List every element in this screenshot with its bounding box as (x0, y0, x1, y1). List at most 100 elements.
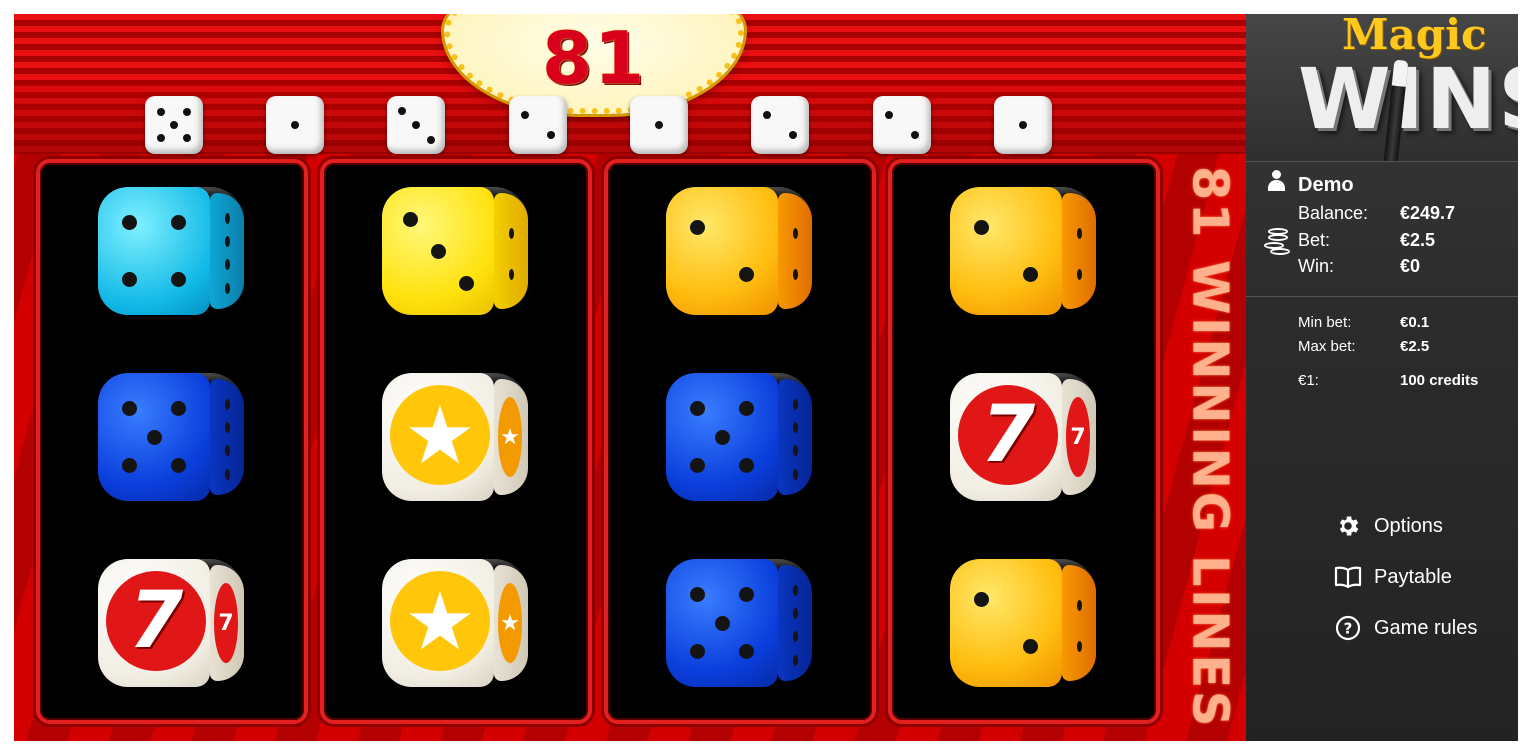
min-bet-label: Min bet: (1298, 314, 1352, 331)
options-button[interactable]: Options (1334, 512, 1443, 540)
die-pip (121, 457, 137, 473)
die-pip (739, 457, 755, 473)
winning-lines-banner: 81 WINNING LINES (1182, 154, 1239, 741)
die-pip (763, 110, 772, 119)
die-side-pip (792, 422, 798, 434)
reel-die (98, 373, 244, 501)
die-pip (546, 131, 555, 140)
die-pip (521, 110, 530, 119)
max-bet-value: €2.5 (1400, 338, 1430, 355)
die-side-pip (1076, 228, 1082, 240)
die-pip (655, 121, 663, 129)
die-pip (1019, 121, 1027, 129)
reel-die-seven: 77 (98, 559, 244, 687)
die-side-pip (792, 399, 798, 411)
die-pip (397, 106, 406, 115)
star-icon: ★ (404, 388, 476, 482)
die-pip (146, 429, 162, 445)
reel-die-star: ★ ★ (382, 373, 528, 501)
reel-die (382, 187, 528, 315)
die-pip (171, 401, 187, 417)
reel: 77 (36, 159, 308, 724)
die-pip (689, 457, 705, 473)
seven-glyph: 7 (980, 390, 1036, 480)
seven-glyph: 7 (218, 610, 234, 636)
die-side-pip (792, 585, 798, 597)
star-symbol: ★ (390, 571, 490, 671)
die-pip (788, 131, 797, 140)
win-value: €0 (1400, 256, 1421, 276)
bet-value: €2.5 (1400, 230, 1436, 250)
reel-die (666, 187, 812, 315)
coins-icon (1264, 228, 1290, 258)
die-pip (171, 271, 187, 287)
die-pip (121, 401, 137, 417)
die-side-symbol: ★ (498, 397, 522, 477)
die-pip (689, 401, 705, 417)
die-pip (458, 275, 474, 291)
panel-divider (1246, 296, 1518, 297)
star-icon: ★ (404, 574, 476, 668)
die-side-pip (224, 445, 230, 457)
paytable-label: Paytable (1374, 565, 1452, 588)
sign-number: 81 (541, 16, 647, 100)
reel-die-star: ★ ★ (382, 559, 528, 687)
die-pip (402, 211, 418, 227)
die-side-pip (224, 282, 230, 294)
die-pip (157, 108, 166, 117)
die-pip (689, 643, 705, 659)
game-rules-button[interactable]: ? Game rules (1334, 614, 1477, 642)
paytable-button[interactable]: Paytable (1334, 563, 1452, 591)
die-side-pip (224, 259, 230, 271)
die-side-pip (792, 608, 798, 620)
die-pip (121, 215, 137, 231)
die-pip (412, 121, 420, 129)
die-pip (171, 215, 187, 231)
die-side-pip (224, 399, 230, 411)
die-pip (171, 457, 187, 473)
magic-wins-logo: Magic WINS (1246, 14, 1518, 162)
reel-die-seven: 77 (950, 373, 1096, 501)
seven-glyph: 7 (1070, 424, 1086, 450)
die-pip (182, 108, 191, 117)
seven-symbol: 7 (106, 571, 206, 671)
die-side-pip (508, 228, 514, 240)
player-name: Demo (1298, 174, 1354, 196)
options-label: Options (1374, 514, 1443, 537)
gear-icon (1334, 512, 1362, 540)
die-pip (739, 266, 755, 282)
max-bet-label: Max bet: (1298, 338, 1356, 355)
line-indicator-die (873, 96, 931, 154)
book-icon (1334, 563, 1362, 591)
die-side-pip (792, 631, 798, 643)
die-pip (910, 131, 919, 140)
star-symbol: ★ (390, 385, 490, 485)
die-pip (885, 110, 894, 119)
line-indicator-die (145, 96, 203, 154)
rate-value: 100 credits (1400, 372, 1479, 389)
die-side-pip (224, 468, 230, 480)
line-indicator-die (387, 96, 445, 154)
line-indicator-die (630, 96, 688, 154)
reel-die (98, 187, 244, 315)
die-side-pip (792, 654, 798, 666)
die-pip (973, 592, 989, 608)
seven-symbol: 7 (958, 385, 1058, 485)
die-side-pip (508, 268, 514, 280)
reel (604, 159, 876, 724)
reel-die (950, 559, 1096, 687)
die-side-pip (792, 468, 798, 480)
die-pip (426, 135, 435, 144)
die-pip (714, 615, 730, 631)
die-pip (714, 429, 730, 445)
die-pip (1023, 638, 1039, 654)
line-indicator-die (994, 96, 1052, 154)
question-icon: ? (1334, 614, 1362, 642)
die-pip (291, 121, 299, 129)
die-side-pip (1076, 600, 1082, 612)
win-label: Win: (1298, 256, 1334, 276)
svg-text:?: ? (1344, 620, 1353, 638)
die-side-symbol: 7 (214, 583, 238, 663)
reel-die (666, 559, 812, 687)
balance-label: Balance: (1298, 203, 1369, 223)
